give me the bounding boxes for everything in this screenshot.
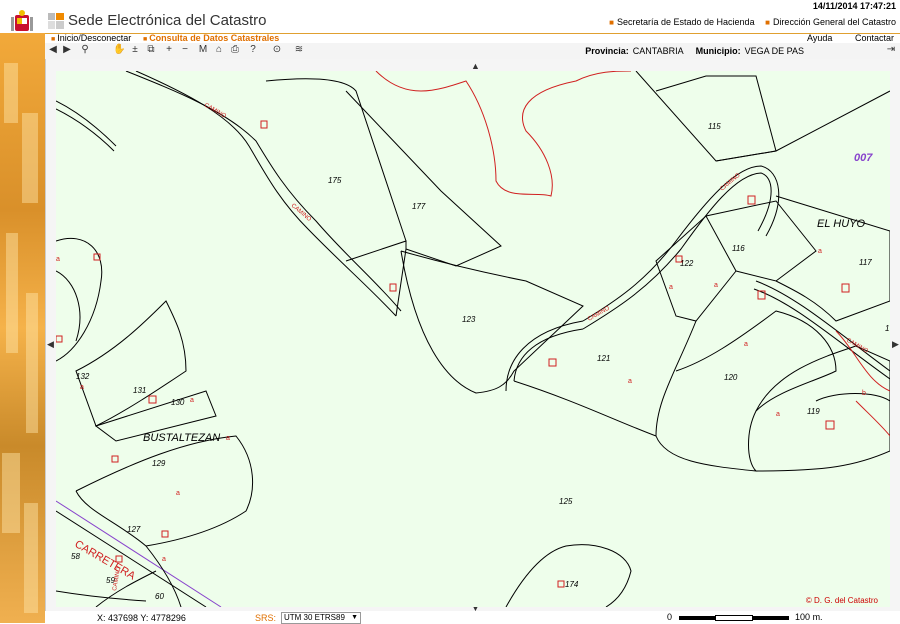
parcel-label: 1: [885, 324, 889, 333]
link-direccion[interactable]: Dirección General del Catastro: [773, 17, 896, 27]
scale-bar: 0 100 m.: [667, 612, 823, 622]
location-info: Provincia: CANTABRIA Municipio: VEGA DE PA…: [585, 46, 804, 56]
parcel-label: 177: [412, 202, 426, 211]
map-canvas: 115 175 177 122 116 117 123 121 120 119 …: [56, 71, 890, 607]
parcel-label: 174: [565, 580, 579, 589]
header: Sede Electrónica del Catastro ■ Secretarí…: [0, 9, 900, 34]
zoom-window-icon[interactable]: ⧉: [145, 44, 157, 56]
marker-label: a: [190, 397, 194, 404]
home-icon[interactable]: ⌂: [213, 44, 225, 56]
parcel-label: 125: [559, 497, 573, 506]
parcel-label: 115: [708, 122, 721, 131]
parcel-label: 60: [155, 592, 164, 601]
marker-label: a: [714, 282, 718, 289]
parcel-label: 175: [328, 176, 342, 185]
parcel-label: 129: [152, 459, 166, 468]
header-links: ■ Secretaría de Estado de Hacienda ■ Direc…: [609, 17, 896, 27]
sheet-label: 007: [854, 152, 873, 164]
side-photo: [0, 33, 45, 623]
marker-label: a: [80, 384, 84, 391]
parcel-label: 116: [732, 244, 745, 253]
marker-label: a: [226, 435, 230, 442]
parcel-label: 123: [462, 315, 476, 324]
arrow-left-icon[interactable]: ◀: [47, 44, 59, 56]
layers-icon[interactable]: ≋: [293, 44, 305, 56]
marker-label: a: [628, 378, 632, 385]
logout-icon[interactable]: ⇥: [885, 44, 897, 56]
nav-ayuda[interactable]: Ayuda: [807, 33, 832, 43]
parcel-label: 127: [127, 525, 141, 534]
parcel-label: 58: [71, 552, 80, 561]
print-icon[interactable]: ⎙: [229, 44, 241, 56]
pan-left-icon[interactable]: ◀: [47, 339, 54, 350]
place-label: EL HUYO: [817, 218, 866, 230]
help-icon[interactable]: ?: [247, 44, 259, 56]
catastro-logo-icon: [48, 13, 64, 29]
nav-consulta[interactable]: ■ Consulta de Datos Catastrales: [143, 33, 279, 43]
province-value: CANTABRIA: [632, 46, 684, 56]
minus-icon[interactable]: −: [179, 44, 191, 56]
zoom-in-icon[interactable]: ±: [129, 44, 141, 56]
marker-label: a: [56, 256, 60, 263]
parcel-label: 132: [76, 372, 90, 381]
magnifier-icon[interactable]: ⚲: [79, 44, 91, 56]
nav-contactar[interactable]: Contactar: [855, 33, 894, 43]
parcel-label: 119: [807, 407, 820, 416]
marker-label: b: [862, 390, 866, 397]
municipality-value: VEGA DE PAS: [744, 46, 804, 56]
copyright: © D. G. del Catastro: [805, 596, 878, 605]
toolbar: ◀ ▶ ⚲ ✋ ± ⧉ + − M ⌂ ⎙ ? ⊙ ≋ Provincia: CA…: [45, 43, 900, 60]
marker-label: a: [176, 490, 180, 497]
arrow-right-icon[interactable]: ▶: [61, 44, 73, 56]
measure-icon[interactable]: M: [197, 44, 209, 56]
coords-readout: X: 437698 Y: 4778296: [97, 613, 186, 623]
place-label: BUSTALTEZAN: [143, 432, 220, 444]
status-bar: X: 437698 Y: 4778296 SRS: UTM 30 ETRS89 ▼…: [45, 611, 900, 624]
link-secretaria[interactable]: Secretaría de Estado de Hacienda: [617, 17, 755, 27]
nav-inicio[interactable]: ■ Inicio/Desconectar: [51, 33, 131, 43]
info-pin-icon[interactable]: ⊙: [271, 44, 283, 56]
marker-label: a: [776, 411, 780, 418]
plus-icon[interactable]: +: [163, 44, 175, 56]
nav-bar: ■ Inicio/Desconectar ■ Consulta de Datos…: [45, 33, 900, 43]
parcel-label: 122: [680, 259, 694, 268]
marker-label: a: [818, 248, 822, 255]
site-title: Sede Electrónica del Catastro: [68, 12, 267, 29]
top-strip: 14/11/2014 17:47:21: [0, 0, 900, 11]
marker-label: a: [162, 556, 166, 563]
marker-label: a: [744, 341, 748, 348]
pan-hand-icon[interactable]: ✋: [113, 44, 125, 56]
srs-select[interactable]: UTM 30 ETRS89 ▼: [281, 612, 361, 624]
srs-label: SRS:: [255, 613, 277, 623]
parcel-label: 121: [597, 354, 610, 363]
parcel-label: 120: [724, 373, 738, 382]
parcel-label: 130: [171, 398, 185, 407]
parcel-label: 131: [133, 386, 146, 395]
chevron-down-icon: ▼: [351, 614, 358, 621]
cadastral-map[interactable]: 115 175 177 122 116 117 123 121 120 119 …: [56, 71, 890, 607]
parcel-label: 117: [859, 258, 872, 267]
marker-label: a: [669, 284, 673, 291]
road-label: CAMINO: [203, 103, 227, 120]
pan-right-icon[interactable]: ▶: [892, 339, 899, 350]
pan-up-icon[interactable]: ▲: [471, 61, 480, 71]
